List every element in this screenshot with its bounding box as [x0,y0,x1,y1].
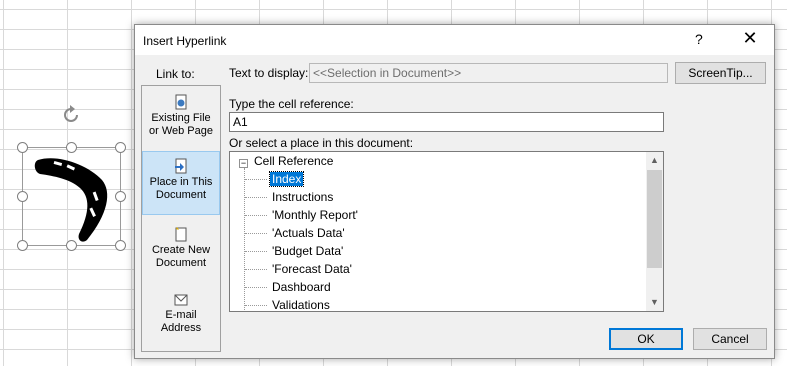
tree-item[interactable]: Validations [272,296,330,311]
tree-item[interactable]: 'Budget Data' [272,242,343,260]
resize-handle[interactable] [17,191,28,202]
help-button[interactable]: ? [695,31,703,47]
scroll-up-icon[interactable]: ▲ [646,152,663,169]
cell-reference-input[interactable]: A1 [229,112,664,132]
link-create-line1: Create New [151,244,211,256]
boomerang-icon [34,158,108,242]
collapse-toggle-icon[interactable]: − [239,159,248,168]
resize-handle[interactable] [115,240,126,251]
tree-item[interactable]: 'Forecast Data' [272,260,352,278]
tree-item-label: Index [268,171,305,187]
dialog-titlebar: Insert Hyperlink ? ✕ [135,25,774,55]
link-email-address[interactable]: E-mail Address [142,291,220,335]
tree-scrollbar[interactable]: ▲ ▼ [646,152,663,311]
tree-connector [244,168,245,311]
link-email-line2: Address [160,322,202,334]
dialog-title: Insert Hyperlink [143,34,227,48]
link-create-new-document[interactable]: Create New Document [142,226,220,270]
tree-item[interactable]: 'Monthly Report' [272,206,358,224]
scroll-thumb[interactable] [647,170,662,268]
document-place-icon [175,158,187,174]
cancel-button[interactable]: Cancel [693,328,767,350]
resize-handle[interactable] [17,240,28,251]
email-icon [174,294,188,306]
tree-connector [245,251,267,252]
tree-connector [245,287,267,288]
insert-hyperlink-dialog: Insert Hyperlink ? ✕ Link to: Existing F… [134,24,775,359]
cell-reference-label: Type the cell reference: [229,97,354,111]
close-button[interactable]: ✕ [739,28,761,49]
link-create-line2: Document [155,257,207,269]
tree-connector [245,197,267,198]
link-place-in-document[interactable]: Place in This Document [142,151,220,215]
resize-handle[interactable] [66,142,77,153]
tree-connector [245,179,267,180]
tree-item[interactable]: 'Actuals Data' [272,224,345,242]
scroll-down-icon[interactable]: ▼ [646,294,663,311]
link-place-line2: Document [155,189,207,201]
link-existing-file-line2: or Web Page [148,125,213,137]
tree-item[interactable]: Instructions [272,188,333,206]
rotate-handle-icon[interactable] [60,104,82,126]
text-to-display-label: Text to display: [229,66,309,80]
screentip-button[interactable]: ScreenTip... [675,62,766,84]
tree-connector [245,305,267,306]
link-to-label: Link to: [156,67,195,81]
globe-file-icon [175,94,187,110]
resize-handle[interactable] [17,142,28,153]
tree-root-cell-reference[interactable]: Cell Reference [254,152,333,170]
resize-handle[interactable] [115,142,126,153]
tree-connector [245,233,267,234]
tree-item[interactable]: Index [268,170,305,188]
boomerang-shape[interactable] [17,100,126,251]
link-place-line1: Place in This [149,176,213,188]
new-document-icon [175,227,187,242]
tree-item[interactable]: Dashboard [272,278,331,296]
link-email-line1: E-mail [165,309,197,321]
link-existing-file[interactable]: Existing File or Web Page [142,94,220,138]
place-in-document-label: Or select a place in this document: [229,136,414,150]
ok-button[interactable]: OK [609,328,683,350]
tree-connector [245,269,267,270]
resize-handle[interactable] [66,240,77,251]
place-tree: − Cell Reference Index Instructions 'Mon… [229,151,664,312]
link-to-panel: Existing File or Web Page Place in This … [141,85,221,352]
resize-handle[interactable] [115,191,126,202]
text-to-display-field[interactable]: <<Selection in Document>> [309,63,668,83]
tree-connector [245,215,267,216]
link-existing-file-line1: Existing File [151,112,211,124]
